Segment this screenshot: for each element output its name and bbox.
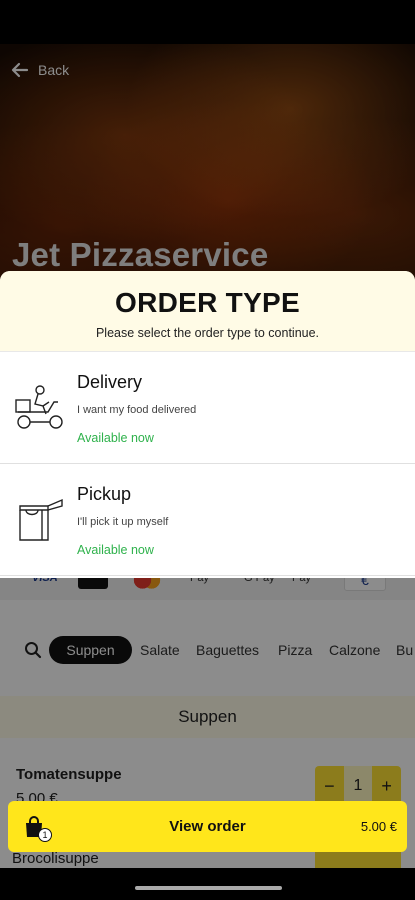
order-total: 5.00 € bbox=[360, 819, 397, 834]
pickup-option[interactable]: Pickup I'll pick it up myself Available … bbox=[0, 464, 415, 576]
option-description: I want my food delivered bbox=[77, 404, 197, 416]
option-name: Pickup bbox=[77, 484, 132, 504]
availability-status: Available now bbox=[77, 543, 154, 557]
option-description: I'll pick it up myself bbox=[77, 516, 169, 528]
sheet-subtitle: Please select the order type to continue… bbox=[95, 326, 320, 340]
view-order-button[interactable]: 1 View order 5.00 € bbox=[8, 801, 407, 852]
sheet-title: ORDER TYPE bbox=[114, 287, 301, 318]
scooter-delivery-icon bbox=[15, 385, 63, 429]
pickup-bag-icon bbox=[19, 498, 63, 541]
home-indicator[interactable] bbox=[135, 886, 282, 890]
sheet-header: ORDER TYPE Please select the order type … bbox=[0, 271, 415, 352]
order-type-sheet: ORDER TYPE Please select the order type … bbox=[0, 271, 415, 578]
view-order-label: View order bbox=[169, 818, 246, 835]
system-nav-bar bbox=[0, 868, 415, 900]
delivery-option[interactable]: Delivery I want my food delivered Availa… bbox=[0, 352, 415, 464]
availability-status: Available now bbox=[77, 431, 154, 445]
option-name: Delivery bbox=[77, 372, 143, 392]
